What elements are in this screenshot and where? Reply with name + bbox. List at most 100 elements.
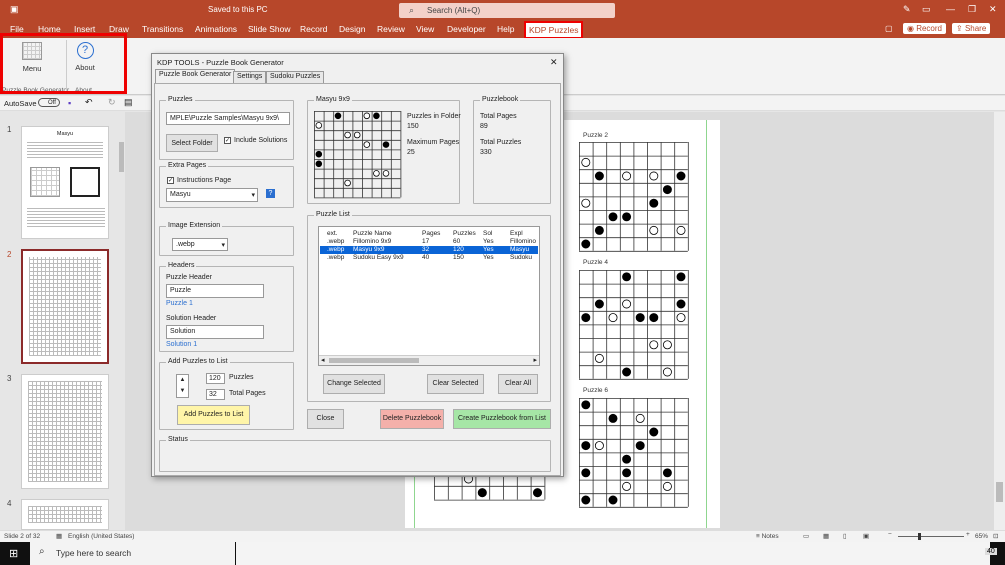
- slide-thumbnail-4[interactable]: [21, 499, 109, 530]
- status-frame: Status: [159, 436, 551, 472]
- record-button[interactable]: ◉ Record: [903, 23, 946, 34]
- zoom-in-icon[interactable]: +: [966, 531, 970, 538]
- zoom-level[interactable]: 65%: [975, 533, 988, 540]
- slideshow-view-icon[interactable]: ▣: [863, 532, 869, 540]
- frame-label: Masyu 9x9: [314, 96, 352, 103]
- scroll-right-icon[interactable]: ▸: [533, 356, 537, 364]
- tab-transitions[interactable]: Transitions: [142, 24, 183, 34]
- select-folder-button[interactable]: Select Folder: [166, 134, 218, 152]
- tab-design[interactable]: Design: [339, 24, 365, 34]
- column-header[interactable]: Puzzles: [453, 230, 476, 237]
- clear-selected-button[interactable]: Clear Selected: [427, 374, 484, 394]
- tab-puzzle-book-generator[interactable]: Puzzle Book Generator: [155, 69, 236, 83]
- zoom-slider[interactable]: [898, 536, 964, 537]
- clear-all-button[interactable]: Clear All: [498, 374, 538, 394]
- list-cell: 17: [422, 238, 430, 245]
- tab-kdp-puzzles[interactable]: KDP Puzzles: [524, 21, 584, 39]
- create-puzzlebook-button[interactable]: Create Puzzlebook from List: [453, 409, 551, 429]
- list-cell: 120: [453, 246, 464, 253]
- puzzles-count-field[interactable]: 120: [206, 373, 225, 384]
- autosave-toggle[interactable]: Off: [38, 98, 60, 107]
- column-header[interactable]: Pages: [422, 230, 440, 237]
- taskbar-search[interactable]: ⌕ Type here to search: [30, 542, 235, 565]
- white-pearl: [676, 313, 686, 323]
- spin-up-icon[interactable]: ▲: [177, 375, 188, 386]
- zoom-out-icon[interactable]: −: [888, 531, 892, 538]
- normal-view-icon[interactable]: ▭: [803, 532, 809, 540]
- tab-sudoku-puzzles[interactable]: Sudoku Puzzles: [266, 71, 325, 83]
- scroll-left-icon[interactable]: ◂: [321, 356, 325, 364]
- slide-thumbnail-2[interactable]: [21, 249, 109, 364]
- puzzle-header-field[interactable]: Puzzle: [166, 284, 264, 298]
- puzzle-grid: [434, 472, 546, 501]
- delete-puzzlebook-button[interactable]: Delete Puzzlebook: [380, 409, 444, 429]
- tab-settings[interactable]: Settings: [233, 71, 267, 83]
- quantity-spinner[interactable]: ▲ ▼: [176, 374, 189, 398]
- restore-icon[interactable]: ❐: [968, 4, 976, 15]
- horizontal-scrollbar[interactable]: ◂ ▸: [319, 355, 539, 365]
- accessibility-icon[interactable]: ▦: [56, 532, 62, 540]
- total-pages-label: Total Pages: [229, 390, 266, 397]
- share-button[interactable]: ⇪ Share: [952, 23, 991, 34]
- present-icon[interactable]: ▤: [124, 97, 133, 108]
- column-header[interactable]: Sol: [483, 230, 492, 237]
- slide-sorter-icon[interactable]: ▦: [823, 532, 829, 540]
- change-selected-button[interactable]: Change Selected: [323, 374, 385, 394]
- notes-button[interactable]: ≡ Notes: [756, 533, 779, 540]
- column-header[interactable]: ext.: [327, 230, 337, 237]
- pen-icon[interactable]: ✎: [903, 4, 911, 15]
- thumb-scrollbar[interactable]: [119, 142, 124, 172]
- column-header[interactable]: Expl: [510, 230, 523, 237]
- vertical-scrollbar[interactable]: [994, 112, 1005, 530]
- white-pearl: [363, 141, 371, 148]
- include-solutions-checkbox[interactable]: ✓: [224, 137, 231, 144]
- tab-slide-show[interactable]: Slide Show: [248, 24, 291, 34]
- slide-thumbnail-3[interactable]: [21, 374, 109, 489]
- puzzle-grid: [579, 142, 689, 252]
- instructions-page-checkbox[interactable]: ✓: [167, 177, 174, 184]
- tab-review[interactable]: Review: [377, 24, 405, 34]
- save-icon[interactable]: ▪: [68, 98, 71, 108]
- zoom-slider-thumb[interactable]: [918, 533, 921, 540]
- scroll-thumb[interactable]: [329, 358, 419, 363]
- list-row[interactable]: .webp Fillomino 9x9 17 60 Yes Fillomino: [320, 238, 538, 246]
- reading-view-icon[interactable]: ▯: [843, 532, 847, 540]
- puzzle-list[interactable]: ext. Puzzle Name Pages Puzzles Sol Expl …: [318, 226, 540, 366]
- list-header-row: ext. Puzzle Name Pages Puzzles Sol Expl: [320, 230, 538, 238]
- window-close-icon[interactable]: ✕: [989, 4, 997, 15]
- fit-slide-icon[interactable]: ⊡: [993, 532, 998, 540]
- tab-record[interactable]: Record: [300, 24, 327, 34]
- tab-help[interactable]: Help: [497, 24, 514, 34]
- list-row[interactable]: .webp Sudoku Easy 9x9 40 150 Yes Sudoku: [320, 254, 538, 262]
- puzzle-type-select[interactable]: Masyu ▾: [166, 188, 258, 202]
- black-pearl: [594, 171, 604, 181]
- ribbon-display-icon[interactable]: ▭: [922, 4, 931, 15]
- list-row-selected[interactable]: .webp Masyu 9x9 32 120 Yes Masyu: [320, 246, 538, 254]
- dialog-close-icon[interactable]: ✕: [550, 57, 558, 68]
- close-button[interactable]: Close: [307, 409, 344, 429]
- minimize-icon[interactable]: —: [946, 4, 955, 14]
- add-puzzles-button[interactable]: Add Puzzles to List: [177, 405, 250, 425]
- tab-view[interactable]: View: [416, 24, 434, 34]
- folder-path-field[interactable]: MPLE\Puzzle Samples\Masyu 9x9\: [166, 112, 290, 125]
- thumb-puzzle-grid: [29, 257, 101, 356]
- spin-down-icon[interactable]: ▼: [177, 386, 188, 397]
- language-indicator[interactable]: English (United States): [68, 533, 134, 540]
- search-box[interactable]: ⌕ Search (Alt+Q): [399, 3, 615, 18]
- black-pearl: [622, 272, 632, 282]
- undo-icon[interactable]: ↶: [85, 97, 93, 108]
- scroll-thumb[interactable]: [996, 482, 1003, 502]
- black-pearl: [676, 299, 686, 309]
- notification-badge[interactable]: 40: [985, 548, 997, 555]
- comments-icon[interactable]: ▢: [885, 24, 893, 33]
- slide-thumbnail-1[interactable]: Masyu: [21, 126, 109, 239]
- tab-developer[interactable]: Developer: [447, 24, 486, 34]
- image-extension-select[interactable]: .webp ▾: [172, 238, 228, 251]
- help-icon[interactable]: ?: [266, 189, 275, 198]
- windows-start-icon[interactable]: ⊞: [9, 547, 18, 560]
- redo-icon[interactable]: ↻: [108, 97, 116, 108]
- solution-header-field[interactable]: Solution: [166, 325, 264, 339]
- column-header[interactable]: Puzzle Name: [353, 230, 392, 237]
- total-pages-field[interactable]: 32: [206, 389, 225, 400]
- tab-animations[interactable]: Animations: [195, 24, 237, 34]
